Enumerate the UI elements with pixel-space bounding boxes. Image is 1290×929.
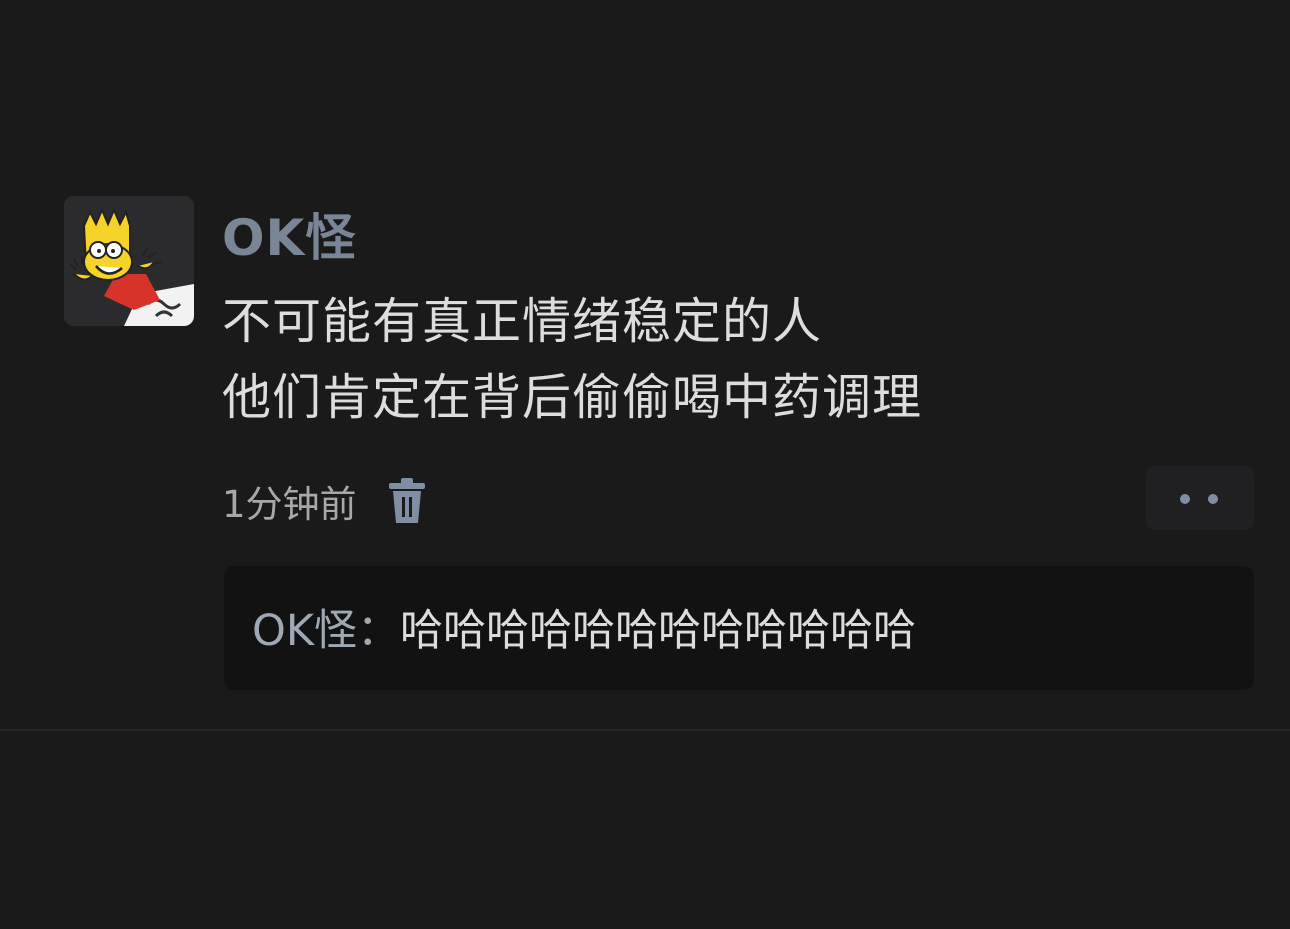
comment-text: 不可能有真正情绪稳定的人 他们肯定在背后偷偷喝中药调理 bbox=[222, 284, 1122, 436]
comment-text-line: 他们肯定在背后偷偷喝中药调理 bbox=[222, 369, 923, 426]
reply-preview[interactable]: OK怪：哈哈哈哈哈哈哈哈哈哈哈哈 bbox=[224, 566, 1254, 690]
avatar[interactable] bbox=[64, 196, 194, 326]
cartoon-avatar-image bbox=[64, 196, 194, 326]
more-options-button[interactable] bbox=[1146, 466, 1254, 530]
divider bbox=[0, 729, 1290, 731]
comment-text-line: 不可能有真正情绪稳定的人 bbox=[222, 293, 823, 350]
reply-line: OK怪：哈哈哈哈哈哈哈哈哈哈哈哈 bbox=[252, 566, 916, 696]
reply-text: 哈哈哈哈哈哈哈哈哈哈哈哈 bbox=[400, 606, 917, 656]
comment-meta: 1分钟前 bbox=[222, 476, 427, 526]
more-dots-icon bbox=[1208, 494, 1218, 504]
reply-separator: ： bbox=[357, 606, 401, 656]
comment-card: OK怪 不可能有真正情绪稳定的人 他们肯定在背后偷偷喝中药调理 1分钟前 OK怪… bbox=[0, 0, 1290, 730]
timestamp: 1分钟前 bbox=[222, 483, 357, 526]
trash-icon[interactable] bbox=[387, 477, 427, 525]
more-dots-icon bbox=[1180, 494, 1190, 504]
username[interactable]: OK怪 bbox=[222, 205, 356, 271]
reply-author[interactable]: OK怪 bbox=[252, 606, 357, 656]
